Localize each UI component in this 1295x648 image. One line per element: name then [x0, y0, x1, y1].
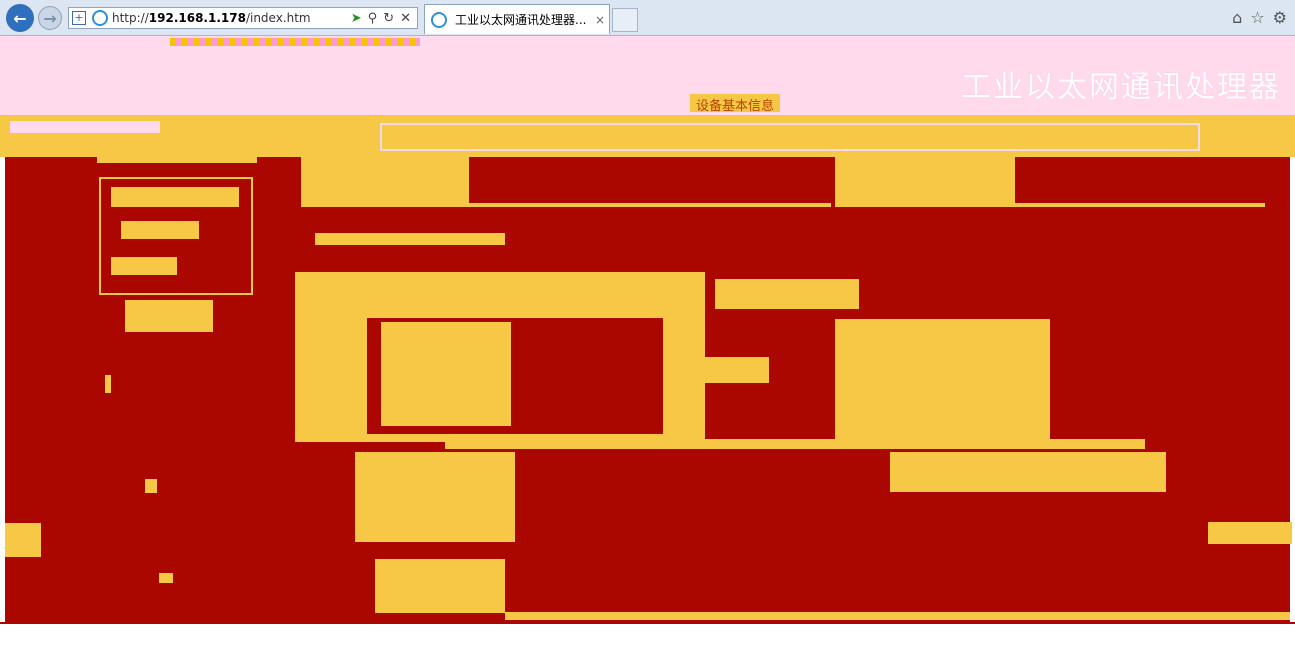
section-divider	[505, 612, 1290, 620]
sidebar-marker	[145, 479, 157, 493]
status-strip	[0, 622, 1295, 648]
port-column	[381, 322, 511, 426]
sidebar-top-strip	[97, 157, 257, 163]
stats-card	[835, 319, 1115, 439]
action-button[interactable]	[687, 357, 769, 383]
sidebar-marker	[105, 375, 111, 393]
sidebar-marker	[159, 573, 173, 583]
info-card-bottom	[375, 559, 505, 613]
browser-toolbar: ← → + http://192.168.1.178/index.htm ➤ ⚲…	[0, 0, 1295, 36]
browser-window: ← → + http://192.168.1.178/index.htm ➤ ⚲…	[0, 0, 1295, 648]
nav-decoration	[10, 121, 160, 133]
gear-icon[interactable]: ⚙	[1273, 8, 1287, 27]
refresh-icon[interactable]: ↻	[383, 11, 394, 26]
browser-tab[interactable]: 工业以太网通讯处理器... ×	[424, 4, 610, 34]
sidebar-menu-box	[99, 177, 253, 295]
info-card-values	[469, 157, 831, 203]
go-icon[interactable]: ➤	[351, 11, 362, 26]
info-card-values	[1015, 157, 1265, 203]
main-content	[295, 157, 1290, 622]
sidebar-item-1[interactable]	[111, 187, 239, 207]
config-card-right	[890, 452, 1166, 492]
stop-icon[interactable]: ✕	[400, 11, 411, 26]
port-table	[367, 318, 663, 434]
page-header: 工业以太网通讯处理器 设备基本信息	[0, 36, 1295, 115]
header-decoration	[170, 38, 420, 46]
info-card-basic	[301, 157, 831, 207]
chrome-right-icons: ⌂ ☆ ⚙	[1232, 8, 1287, 27]
corner-block	[5, 523, 41, 557]
info-card-network	[835, 157, 1265, 207]
url-text[interactable]: http://192.168.1.178/index.htm	[112, 11, 311, 25]
search-icon[interactable]: ⚲	[368, 11, 378, 26]
corner-label	[1208, 522, 1292, 544]
stats-values	[1050, 319, 1115, 439]
tab-close-icon[interactable]: ×	[595, 13, 609, 27]
new-tab-button[interactable]	[612, 8, 638, 32]
left-sidebar	[5, 157, 295, 622]
ie-page-icon	[92, 10, 108, 26]
sidebar-button[interactable]	[125, 300, 213, 332]
favorites-star-icon[interactable]: ☆	[1250, 8, 1264, 27]
address-bar[interactable]: + http://192.168.1.178/index.htm ➤ ⚲ ↻ ✕	[68, 7, 418, 29]
back-arrow-icon[interactable]: ←	[6, 4, 34, 32]
site-title: 工业以太网通讯处理器	[961, 70, 1281, 105]
address-tools: ➤ ⚲ ↻ ✕	[351, 11, 417, 26]
sidebar-item-2[interactable]	[121, 221, 199, 239]
compat-view-icon[interactable]: +	[72, 11, 86, 25]
tab-title: 工业以太网通讯处理器...	[455, 13, 587, 27]
main-nav	[0, 112, 1295, 157]
section-divider	[445, 439, 1145, 449]
section-header-bar	[315, 233, 505, 245]
action-button[interactable]	[715, 279, 859, 309]
forward-arrow-icon[interactable]: →	[38, 6, 62, 30]
home-icon[interactable]: ⌂	[1232, 8, 1242, 27]
ie-tab-icon	[431, 11, 447, 28]
port-status-card	[295, 272, 705, 442]
config-card	[355, 452, 515, 542]
nav-frame	[380, 123, 1200, 151]
sidebar-item-3[interactable]	[111, 257, 177, 275]
